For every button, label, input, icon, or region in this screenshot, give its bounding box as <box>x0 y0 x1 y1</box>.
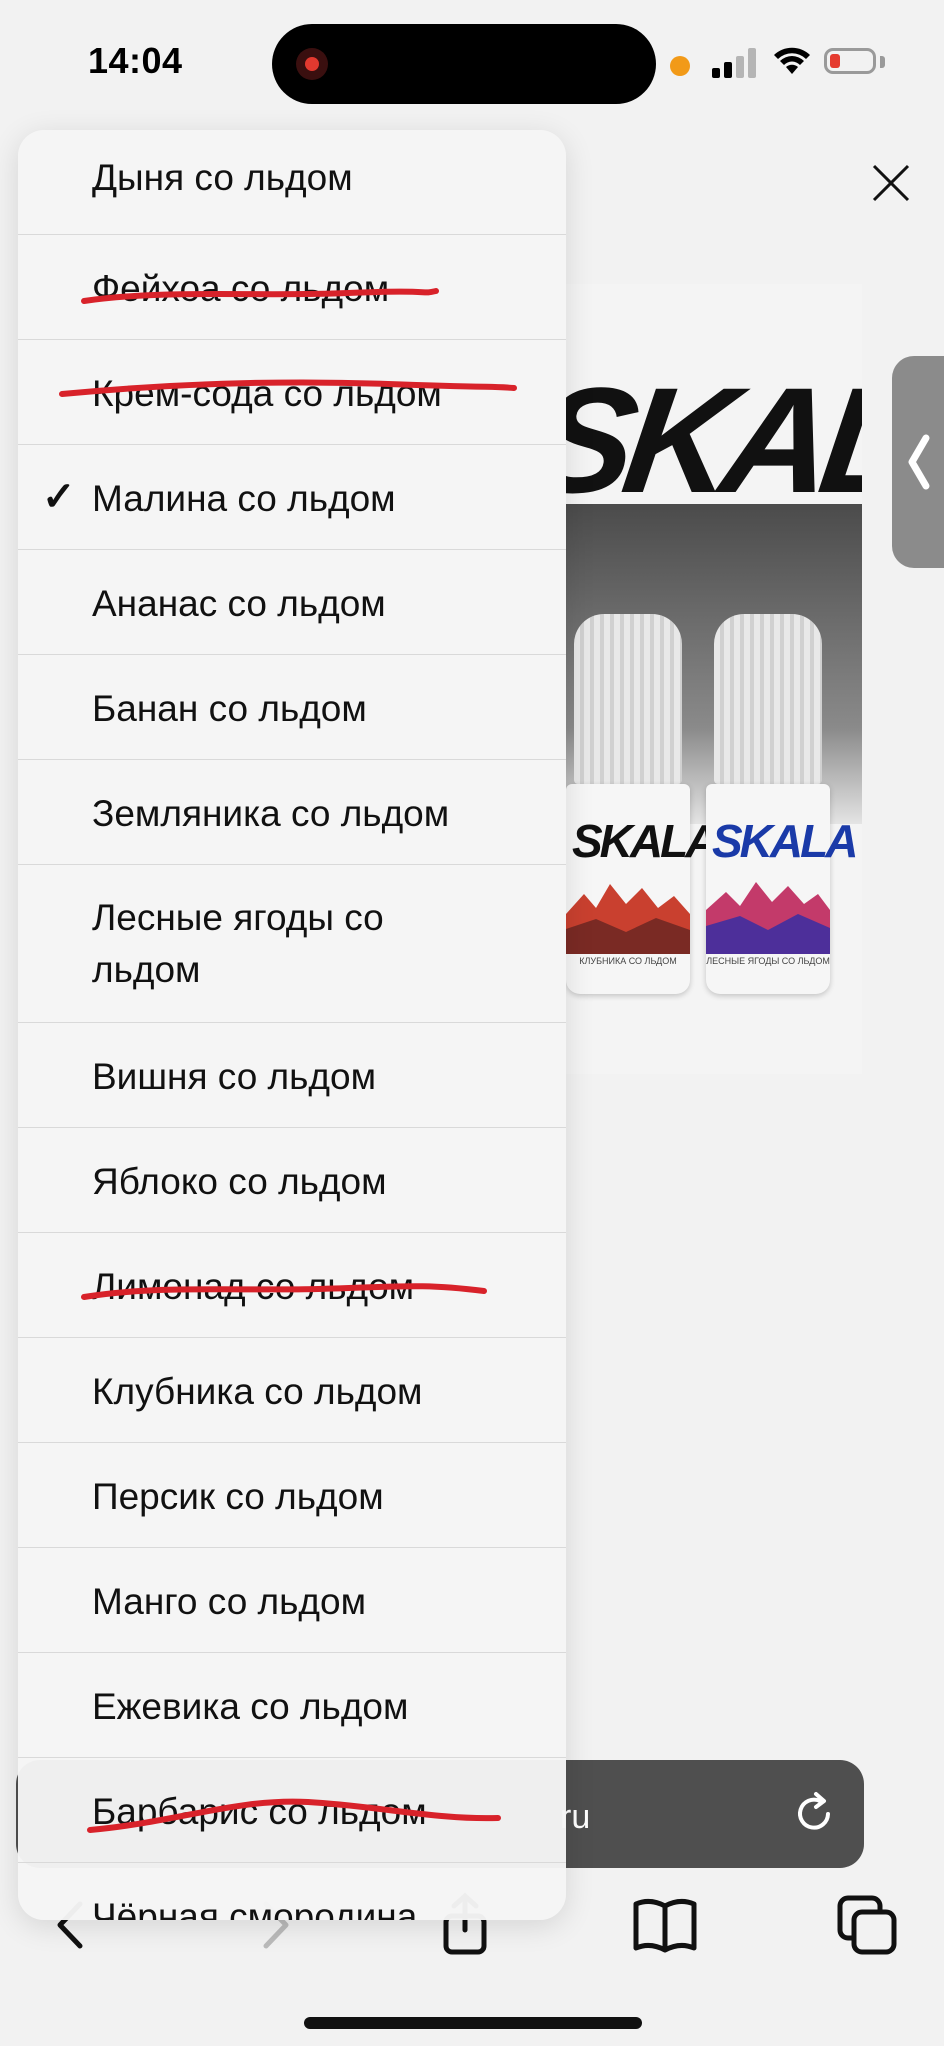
wifi-icon <box>774 47 810 74</box>
menu-item-label: Чёрная смородина <box>92 1896 418 1920</box>
menu-item-label: Персик со льдом <box>92 1476 384 1517</box>
bottle-left-label: КЛУБНИКА СО ЛЬДОМ <box>579 956 677 966</box>
menu-item-label: Малина со льдом <box>92 478 396 519</box>
menu-item-label: Вишня со льдом <box>92 1056 377 1097</box>
screen-recording-icon <box>296 48 328 80</box>
menu-item[interactable]: Банан со льдом <box>18 655 566 760</box>
bottle-right-art <box>706 882 830 954</box>
menu-item-label: Дыня со льдом <box>92 157 353 198</box>
menu-item[interactable]: Крем-сода со льдом <box>18 340 566 445</box>
menu-item-label: Манго со льдом <box>92 1581 367 1622</box>
menu-item-selected[interactable]: ✓ Малина со льдом <box>18 445 566 550</box>
menu-item[interactable]: Клубника со льдом <box>18 1338 566 1443</box>
battery-cap <box>880 56 885 68</box>
bottle-right-logo: SKALA <box>712 815 858 867</box>
menu-item[interactable]: Дыня со льдом <box>18 130 566 235</box>
menu-item-label: Ананас со льдом <box>92 583 386 624</box>
bottle-left-art <box>566 884 690 954</box>
menu-item[interactable]: Манго со льдом <box>18 1548 566 1653</box>
battery-icon <box>824 48 876 74</box>
menu-item-label: Клубника со льдом <box>92 1371 423 1412</box>
menu-item[interactable]: Вишня со льдом <box>18 1023 566 1128</box>
bookmarks-icon[interactable] <box>630 1890 700 1960</box>
bottle-right: SKALA ЛЕСНЫЕ ЯГОДЫ СО ЛЬДОМ <box>706 614 858 994</box>
menu-item-label: Лимонад со льдом <box>92 1266 415 1307</box>
side-panel-handle[interactable] <box>892 356 944 568</box>
bottle-right-label: ЛЕСНЫЕ ЯГОДЫ СО ЛЬДОМ <box>706 956 830 966</box>
menu-item-label: Крем-сода со льдом <box>92 373 442 414</box>
menu-item-label: Лесные ягоды со льдом <box>92 897 384 990</box>
menu-item[interactable]: Персик со льдом <box>18 1443 566 1548</box>
brand-logo: SKALA <box>566 356 862 524</box>
tabs-icon[interactable] <box>832 1890 902 1960</box>
reload-icon[interactable] <box>790 1790 838 1838</box>
checkmark-icon: ✓ <box>42 475 76 519</box>
menu-item-label: Ежевика со льдом <box>92 1686 409 1727</box>
flavor-select-menu: Дыня со льдом Фейхоа со льдом Крем-сода … <box>18 130 566 1920</box>
menu-item[interactable]: Ананас со льдом <box>18 550 566 655</box>
chevron-left-icon <box>908 434 930 490</box>
menu-item[interactable]: Лесные ягоды со льдом <box>18 865 566 1023</box>
menu-item[interactable]: Ежевика со льдом <box>18 1653 566 1758</box>
home-indicator <box>304 2017 642 2029</box>
menu-item[interactable]: Земляника со льдом <box>18 760 566 865</box>
menu-item[interactable]: Фейхоа со льдом <box>18 235 566 340</box>
dynamic-island <box>272 24 656 104</box>
menu-item-label: Банан со льдом <box>92 688 367 729</box>
cellular-signal-icon <box>712 48 756 78</box>
menu-item-label: Яблоко со льдом <box>92 1161 387 1202</box>
menu-item[interactable]: Лимонад со льдом <box>18 1233 566 1338</box>
status-time: 14:04 <box>88 40 183 81</box>
close-icon[interactable] <box>866 158 916 208</box>
menu-item[interactable]: Чёрная смородина <box>18 1863 566 1920</box>
menu-item-label: Земляника со льдом <box>92 793 450 834</box>
menu-item[interactable]: Барбарис со льдом <box>18 1758 566 1863</box>
menu-item[interactable]: Яблоко со льдом <box>18 1128 566 1233</box>
microphone-indicator-icon <box>670 56 690 76</box>
menu-item-label: Фейхоа со льдом <box>92 268 390 309</box>
product-image: SKALA SKALA КЛУБНИКА СО ЛЬДОМ SKALA ЛЕСН… <box>566 284 862 1074</box>
bottle-left-logo: SKALA <box>572 815 718 867</box>
menu-item-label: Барбарис со льдом <box>92 1791 427 1832</box>
bottle-left: SKALA КЛУБНИКА СО ЛЬДОМ <box>566 614 718 994</box>
